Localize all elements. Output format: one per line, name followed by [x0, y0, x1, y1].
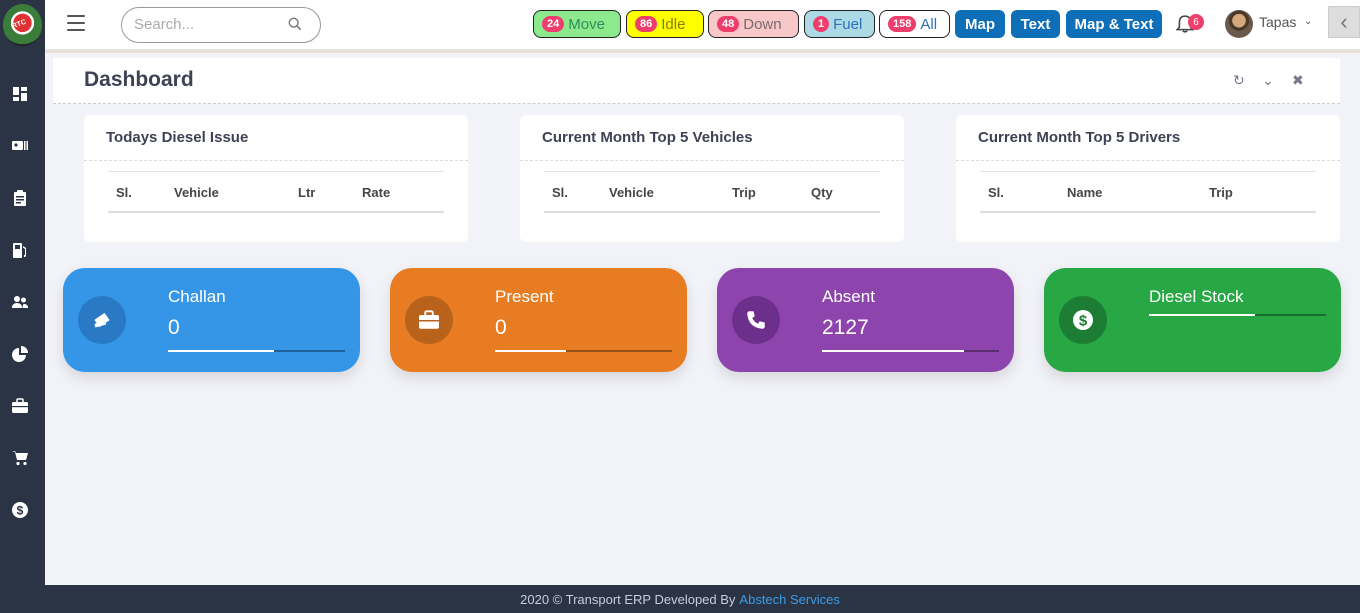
- stat-progress-fill: [168, 350, 275, 352]
- svg-text:$: $: [17, 504, 24, 518]
- stat-value: 0: [168, 316, 180, 339]
- top-bar: 24 Move 86 Idle 48 Down 1 Fuel 158 All M…: [45, 0, 1360, 50]
- sidebar: RTC $: [0, 0, 45, 585]
- idle-label: Idle: [661, 15, 686, 33]
- chevron-down-icon[interactable]: ⌄: [1304, 16, 1312, 27]
- divider: [956, 160, 1340, 161]
- stat-label: Challan: [168, 287, 226, 306]
- divider: [84, 160, 468, 161]
- status-pill-idle[interactable]: 86 Idle: [626, 10, 704, 38]
- column-header: Rate: [362, 185, 391, 200]
- search-icon[interactable]: [288, 17, 302, 31]
- table-header: Sl. Vehicle Ltr Rate: [108, 171, 444, 213]
- pie-chart-icon[interactable]: [11, 345, 29, 363]
- dollar-icon: $: [1059, 296, 1107, 344]
- status-pill-all[interactable]: 158 All: [879, 10, 950, 38]
- footer-text: 2020 © Transport ERP Developed By: [520, 591, 736, 607]
- dashboard-icon[interactable]: [11, 85, 29, 103]
- dollar-icon[interactable]: $: [11, 501, 29, 519]
- phone-icon: [732, 296, 780, 344]
- briefcase-icon[interactable]: [11, 397, 29, 415]
- challan-stat-card[interactable]: Challan 0: [63, 268, 360, 372]
- stat-progress: [822, 350, 999, 352]
- chevron-left-icon[interactable]: ‹: [1328, 6, 1360, 38]
- search-box[interactable]: [121, 7, 321, 43]
- id-card-icon[interactable]: [11, 137, 29, 155]
- column-header: Vehicle: [609, 185, 654, 200]
- column-header: Sl.: [988, 185, 1004, 200]
- stat-progress-fill: [1149, 314, 1256, 316]
- stat-label: Absent: [822, 287, 875, 306]
- briefcase-icon: [405, 296, 453, 344]
- stat-progress: [495, 350, 672, 352]
- company-logo[interactable]: RTC: [3, 4, 42, 46]
- stat-progress: [168, 350, 345, 352]
- map-view-button[interactable]: Map: [955, 10, 1005, 38]
- table-header: Sl. Name Trip: [980, 171, 1316, 213]
- fuel-count: 1: [813, 16, 830, 32]
- divider: [520, 160, 904, 161]
- footer: 2020 © Transport ERP Developed By Abstec…: [0, 585, 1360, 613]
- map-text-view-button[interactable]: Map & Text: [1066, 10, 1162, 38]
- column-header: Vehicle: [174, 185, 219, 200]
- hamburger-menu-icon[interactable]: [67, 15, 85, 31]
- avatar[interactable]: [1225, 10, 1253, 38]
- stat-progress-fill: [822, 350, 964, 352]
- present-stat-card[interactable]: Present 0: [390, 268, 687, 372]
- close-icon[interactable]: ✖: [1292, 72, 1304, 89]
- idle-count: 86: [635, 16, 658, 32]
- page-header: Dashboard ↻ ⌄ ✖: [53, 58, 1340, 104]
- column-header: Sl.: [116, 185, 132, 200]
- absent-stat-card[interactable]: Absent 2127: [717, 268, 1014, 372]
- down-count: 48: [717, 16, 740, 32]
- stat-label: Present: [495, 287, 554, 306]
- clipboard-icon[interactable]: [11, 189, 29, 207]
- all-label: All: [920, 15, 938, 33]
- notification-badge: 6: [1188, 14, 1204, 30]
- top-vehicles-card: Current Month Top 5 Vehicles Sl. Vehicle…: [520, 115, 904, 242]
- footer-link[interactable]: Abstech Services: [739, 592, 839, 607]
- top-vehicles-title: Current Month Top 5 Vehicles: [542, 129, 753, 146]
- refresh-icon[interactable]: ↻: [1233, 72, 1245, 89]
- ticket-icon: [78, 296, 126, 344]
- top-drivers-card: Current Month Top 5 Drivers Sl. Name Tri…: [956, 115, 1340, 242]
- text-view-button[interactable]: Text: [1011, 10, 1060, 38]
- status-pill-move[interactable]: 24 Move: [533, 10, 621, 38]
- top-drivers-title: Current Month Top 5 Drivers: [978, 129, 1181, 146]
- logo-text: RTC: [11, 18, 28, 31]
- fuel-label: Fuel: [833, 15, 863, 33]
- column-header: Trip: [1209, 185, 1233, 200]
- stat-value: 0: [495, 316, 507, 339]
- column-header: Name: [1067, 185, 1103, 200]
- diesel-stock-stat-card[interactable]: $ Diesel Stock: [1044, 268, 1341, 372]
- svg-text:$: $: [1079, 313, 1088, 330]
- stat-progress-fill: [495, 350, 566, 352]
- column-header: Ltr: [298, 185, 316, 200]
- column-header: Trip: [732, 185, 756, 200]
- stat-progress: [1149, 314, 1326, 316]
- diesel-issue-card: Todays Diesel Issue Sl. Vehicle Ltr Rate: [84, 115, 468, 242]
- cart-icon[interactable]: [11, 449, 29, 467]
- map-backdrop-edge: [45, 50, 1360, 53]
- stat-label: Diesel Stock: [1149, 287, 1244, 306]
- column-header: Qty: [811, 185, 833, 200]
- search-input[interactable]: [134, 16, 284, 33]
- users-icon[interactable]: [11, 293, 29, 311]
- diesel-issue-title: Todays Diesel Issue: [106, 129, 249, 146]
- column-header: Sl.: [552, 185, 568, 200]
- user-name[interactable]: Tapas: [1259, 14, 1296, 30]
- collapse-icon[interactable]: ⌄: [1262, 72, 1274, 89]
- down-label: Down: [743, 15, 782, 33]
- main-content: Dashboard ↻ ⌄ ✖ Todays Diesel Issue Sl. …: [45, 50, 1360, 585]
- fuel-pump-icon[interactable]: [11, 241, 29, 259]
- table-header: Sl. Vehicle Trip Qty: [544, 171, 880, 213]
- move-label: Move: [568, 15, 605, 33]
- all-count: 158: [888, 16, 917, 32]
- stat-value: 2127: [822, 316, 869, 339]
- move-count: 24: [542, 16, 565, 32]
- status-pill-down[interactable]: 48 Down: [708, 10, 799, 38]
- page-title: Dashboard: [84, 68, 194, 91]
- status-pill-fuel[interactable]: 1 Fuel: [804, 10, 875, 38]
